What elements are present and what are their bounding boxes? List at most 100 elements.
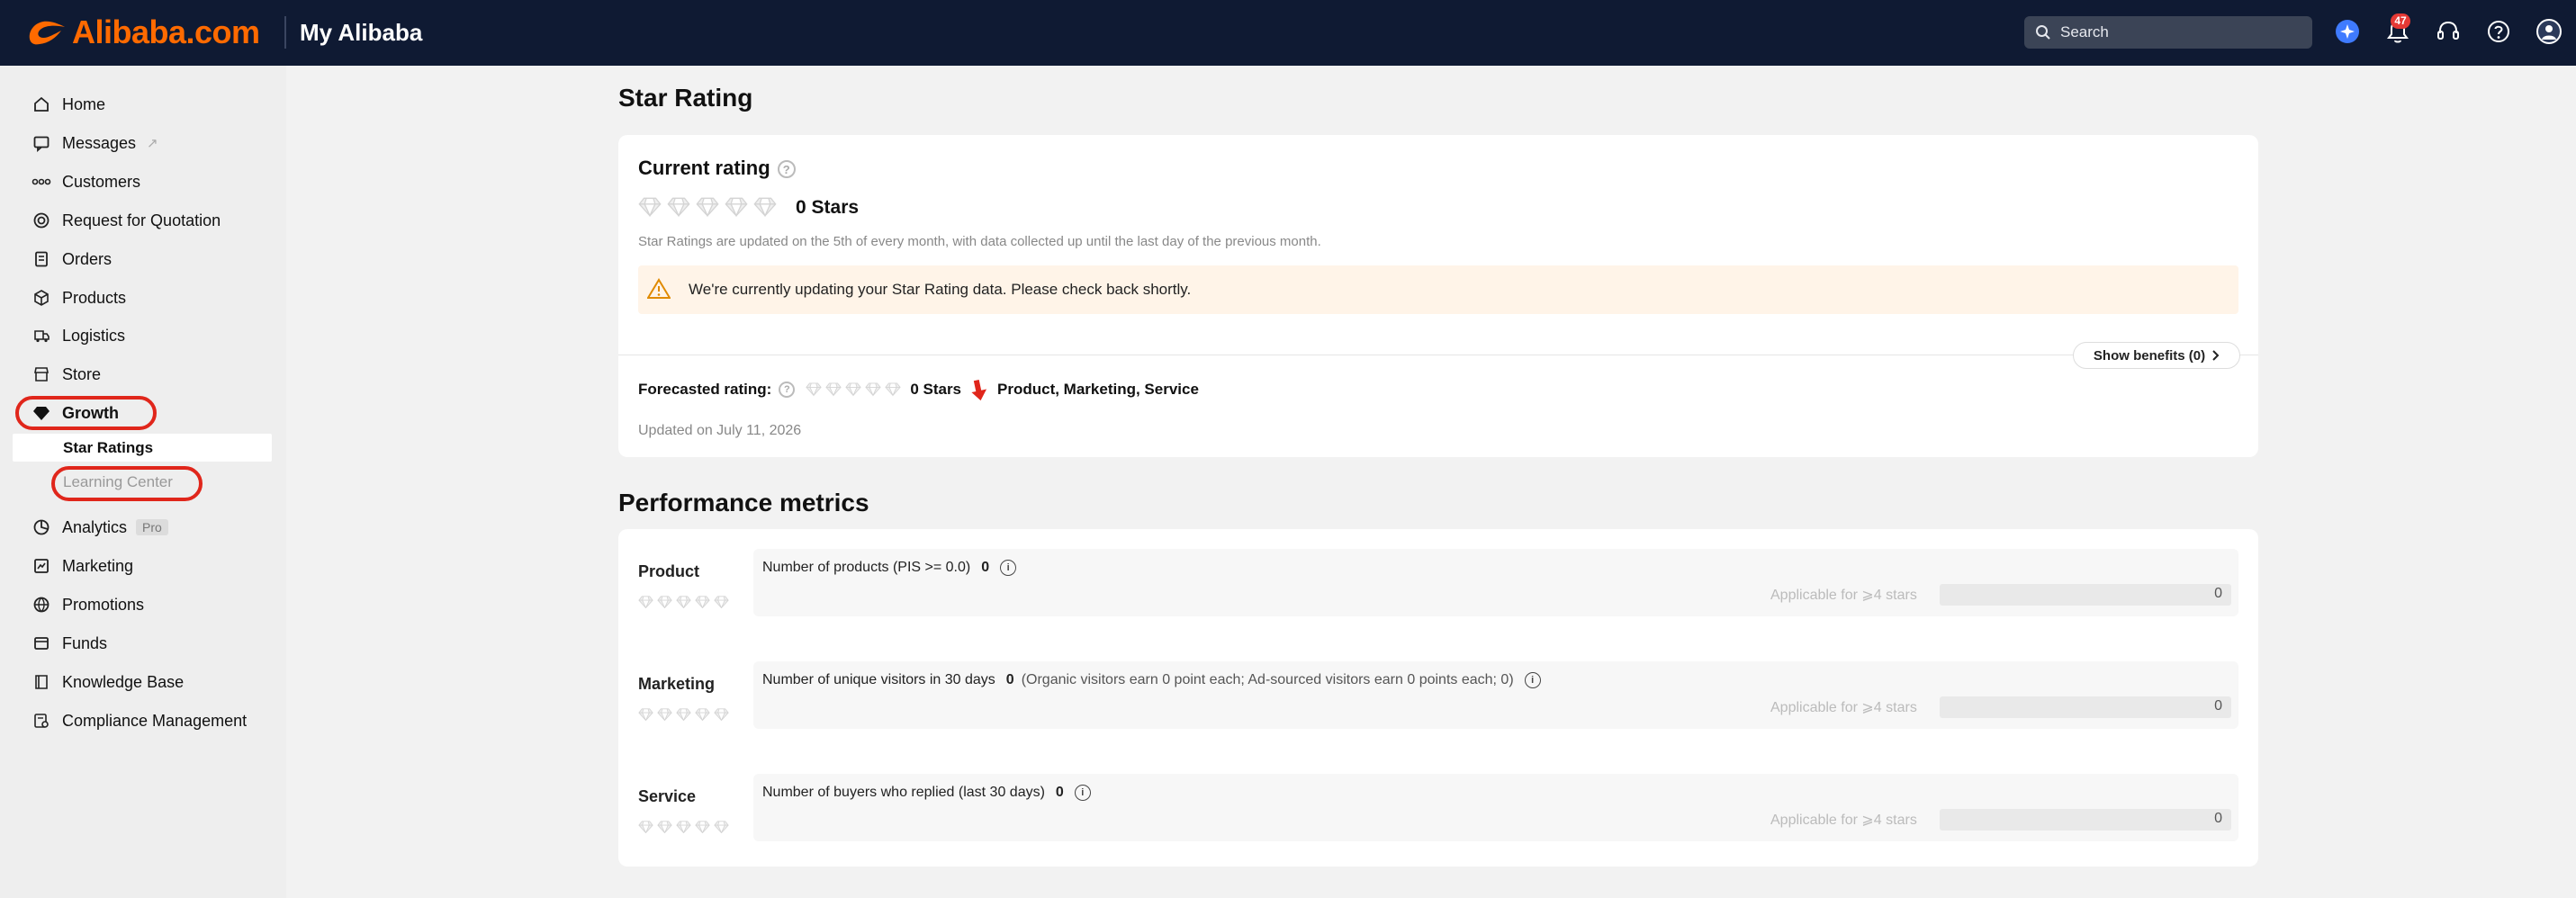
progress-value: 0	[2214, 811, 2222, 826]
promotions-icon	[32, 595, 51, 615]
sidebar-item-label: Messages	[62, 133, 137, 152]
warning-text: We're currently updating your Star Ratin…	[689, 281, 1192, 298]
sidebar-item-label: Store	[62, 364, 102, 383]
home-icon	[32, 94, 51, 114]
diamond-star-icon	[676, 708, 691, 722]
metric-name: Service	[638, 787, 697, 805]
diamond-star-icon	[657, 821, 672, 834]
sidebar-subitem-star-ratings[interactable]: Star Ratings	[13, 434, 272, 462]
sidebar-item-logistics[interactable]: Logistics	[32, 322, 125, 349]
sidebar-item-label: Customers	[62, 172, 141, 191]
forecast-stars-label: 0 Stars	[910, 381, 962, 398]
ai-assistant-icon[interactable]	[2332, 16, 2363, 47]
sidebar-item-label: Growth	[62, 403, 119, 422]
updated-date: Updated on July 11, 2026	[638, 423, 802, 438]
metric-value: 0	[1055, 785, 1064, 800]
store-icon	[32, 364, 51, 384]
avatar[interactable]	[2534, 16, 2564, 47]
applicable-text: Applicable for ⩾4 stars	[1770, 813, 1917, 828]
search-icon	[2036, 25, 2050, 40]
brand-name: Alibaba.com	[72, 13, 260, 50]
top-bar: Alibaba.com My Alibaba Search 47	[0, 0, 2576, 66]
arrow-down-icon	[971, 380, 987, 401]
diamond-star-icon	[714, 596, 729, 609]
topbar-divider	[284, 16, 286, 49]
metric-box: Number of buyers who replied (last 30 da…	[753, 774, 2238, 841]
metric-label: Number of unique visitors in 30 days	[762, 672, 995, 687]
search-input[interactable]: Search	[2024, 16, 2312, 49]
compliance-icon	[32, 711, 51, 731]
sidebar-item-analytics[interactable]: Analytics Pro	[32, 514, 168, 541]
current-rating-heading: Current rating?	[638, 157, 796, 180]
sidebar-item-knowledge-base[interactable]: Knowledge Base	[32, 669, 184, 696]
current-star-gems	[638, 197, 777, 218]
headset-icon[interactable]	[2433, 16, 2463, 47]
diamond-star-icon	[695, 821, 710, 834]
diamond-star-icon	[725, 197, 748, 218]
sidebar: Home Messages ↗ Customers Request for Qu…	[0, 66, 286, 898]
forecast-areas: Product, Marketing, Service	[997, 381, 1199, 398]
warning-banner: We're currently updating your Star Ratin…	[638, 265, 2238, 314]
sidebar-item-customers[interactable]: Customers	[32, 168, 140, 195]
marketing-icon	[32, 556, 51, 576]
sidebar-item-rfq[interactable]: Request for Quotation	[32, 207, 221, 234]
analytics-icon	[32, 517, 51, 537]
metric-label-row: Number of unique visitors in 30 days 0 (…	[762, 672, 1541, 688]
sidebar-item-label: Analytics	[62, 517, 128, 536]
show-benefits-label: Show benefits (0)	[2093, 347, 2206, 364]
diamond-star-icon	[657, 708, 672, 722]
sidebar-item-label: Funds	[62, 633, 108, 652]
sidebar-item-marketing[interactable]: Marketing	[32, 552, 133, 579]
sidebar-item-label: Orders	[62, 249, 113, 268]
metric-name: Product	[638, 562, 700, 580]
help-icon[interactable]	[2483, 16, 2514, 47]
sidebar-item-home[interactable]: Home	[32, 91, 105, 118]
diamond-star-icon	[806, 382, 823, 397]
info-icon[interactable]: i	[1074, 785, 1091, 801]
help-circle-icon[interactable]: ?	[779, 382, 796, 398]
update-note: Star Ratings are updated on the 5th of e…	[638, 234, 1321, 249]
warning-icon	[646, 278, 671, 304]
applicable-text: Applicable for ⩾4 stars	[1770, 588, 1917, 603]
forecasted-rating-row: Forecasted rating: ? 0 Stars Product, Ma…	[638, 376, 1199, 403]
page-title: Star Rating	[618, 84, 753, 112]
metric-box: Number of unique visitors in 30 days 0 (…	[753, 661, 2238, 729]
diamond-star-icon	[865, 382, 882, 397]
progress-bar: 0	[1940, 696, 2231, 718]
sidebar-item-store[interactable]: Store	[32, 361, 101, 388]
external-link-icon: ↗	[147, 136, 158, 151]
info-icon[interactable]: i	[1524, 672, 1541, 688]
sidebar-item-orders[interactable]: Orders	[32, 246, 112, 273]
progress-value: 0	[2214, 698, 2222, 714]
diamond-star-icon	[695, 708, 710, 722]
help-circle-icon[interactable]: ?	[777, 160, 796, 179]
sidebar-item-growth[interactable]: Growth	[32, 400, 119, 427]
rfq-icon	[32, 211, 51, 230]
metric-note: (Organic visitors earn 0 point each; Ad-…	[1021, 672, 1514, 687]
sidebar-item-compliance[interactable]: Compliance Management	[32, 707, 247, 734]
app-title[interactable]: My Alibaba	[300, 16, 422, 49]
sidebar-item-label: Products	[62, 288, 127, 307]
diamond-star-icon	[638, 596, 653, 609]
metric-value: 0	[981, 560, 990, 575]
sidebar-item-products[interactable]: Products	[32, 284, 126, 311]
diamond-star-icon	[657, 596, 672, 609]
diamond-star-icon	[695, 596, 710, 609]
info-icon[interactable]: i	[1000, 560, 1017, 576]
sidebar-item-label: Compliance Management	[62, 711, 248, 730]
forecast-star-gems	[806, 382, 902, 397]
sidebar-item-messages[interactable]: Messages ↗	[32, 130, 158, 157]
main-content: Star Rating Current rating? 0 Stars Star…	[286, 66, 2576, 898]
sidebar-item-funds[interactable]: Funds	[32, 630, 107, 657]
progress-bar: 0	[1940, 584, 2231, 606]
customers-icon	[32, 172, 51, 192]
metric-star-gems	[638, 596, 729, 609]
chevron-right-icon	[2212, 350, 2220, 361]
sidebar-subitem-learning-center[interactable]: Learning Center	[13, 468, 272, 496]
show-benefits-button[interactable]: Show benefits (0)	[2073, 342, 2240, 369]
diamond-star-icon	[825, 382, 842, 397]
knowledge-base-icon	[32, 672, 51, 692]
sidebar-item-label: Logistics	[62, 326, 126, 345]
sidebar-item-promotions[interactable]: Promotions	[32, 591, 144, 618]
alibaba-logo[interactable]: Alibaba.com	[25, 13, 260, 52]
